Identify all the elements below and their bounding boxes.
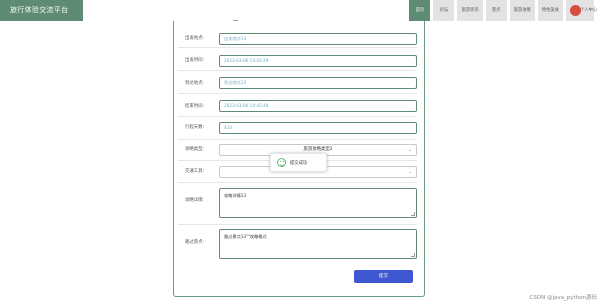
field-label: 行程天数: [185,125,205,130]
field-label: 出发地点: [185,36,205,41]
field-label: 结束时间: [185,104,205,109]
field-label: 交通工具: [185,169,205,174]
main-nav: 首页 论坛 旅游资讯 景点 旅游攻略 特色美食 个人中心 [406,0,598,21]
watermark: CSDN @java_python源码 [529,295,597,301]
resize-handle-icon[interactable] [411,212,415,216]
departure-time-input[interactable]: 2023-03-06 14:42:49 [219,55,417,67]
nav-item-guides[interactable]: 旅游攻略 [509,0,535,21]
smile-icon [277,158,286,167]
nav-item-food[interactable]: 特色美食 [537,0,563,21]
form-row-departure-place: 出发地点: 出发地点13 [178,26,417,48]
chevron-down-icon: ⌄ [407,147,412,153]
guide-detail-textarea[interactable]: 攻略详情13 [219,188,417,218]
arrival-place-input[interactable]: 到达地点13 [219,77,417,89]
divider [233,20,238,21]
form-row-passed-sights: 路过景点: 路过景点13""攻略格式 [178,225,417,263]
chevron-down-icon: ⌄ [407,169,412,175]
guide-type-value: 旅游攻略类型2 [303,147,333,152]
nav-item-news[interactable]: 旅游资讯 [457,0,483,21]
nav-item-attractions[interactable]: 景点 [485,0,507,21]
form-row-departure-time: 出发时间: 2023-03-06 14:42:49 [178,48,417,71]
form-row-end-time: 结束时间: 2023-03-06 14:42:49 [178,94,417,117]
user-menu[interactable]: 个人中心 [566,0,598,21]
nav-item-forum[interactable]: 论坛 [433,0,455,21]
field-label: 攻略类型: [185,147,205,152]
success-toast: 提交成功 [270,153,327,172]
toast-message: 提交成功 [290,161,308,166]
passed-sights-text: 路过景点13""攻略格式 [224,234,267,239]
field-label: 出发时间: [185,58,205,63]
guide-detail-text: 攻略详情13 [224,193,247,198]
user-menu-label: 个人中心 [580,8,598,13]
nav-item-home[interactable]: 首页 [409,0,431,21]
form-row-arrival-place: 到达地点: 到达地点13 [178,71,417,94]
app-title[interactable]: 旅行体验交流平台 [0,0,83,21]
trip-days-input[interactable]: 420 [219,122,417,134]
field-label: 路过景点: [185,240,205,245]
form-row-trip-days: 行程天数: 420 [178,117,417,140]
passed-sights-textarea[interactable]: 路过景点13""攻略格式 [219,229,417,259]
top-navigation-bar: 旅行体验交流平台 首页 论坛 旅游资讯 景点 旅游攻略 特色美食 个人中心 [0,0,600,21]
resize-handle-icon[interactable] [411,253,415,257]
field-label: 攻略详情: [185,198,205,203]
field-label: 到达地点: [185,81,205,86]
end-time-input[interactable]: 2023-03-06 14:42:49 [219,100,417,112]
submit-button[interactable]: 提交 [354,270,413,283]
form-row-guide-detail: 攻略详情: 攻略详情13 [178,183,417,225]
departure-place-input[interactable]: 出发地点13 [219,33,417,45]
